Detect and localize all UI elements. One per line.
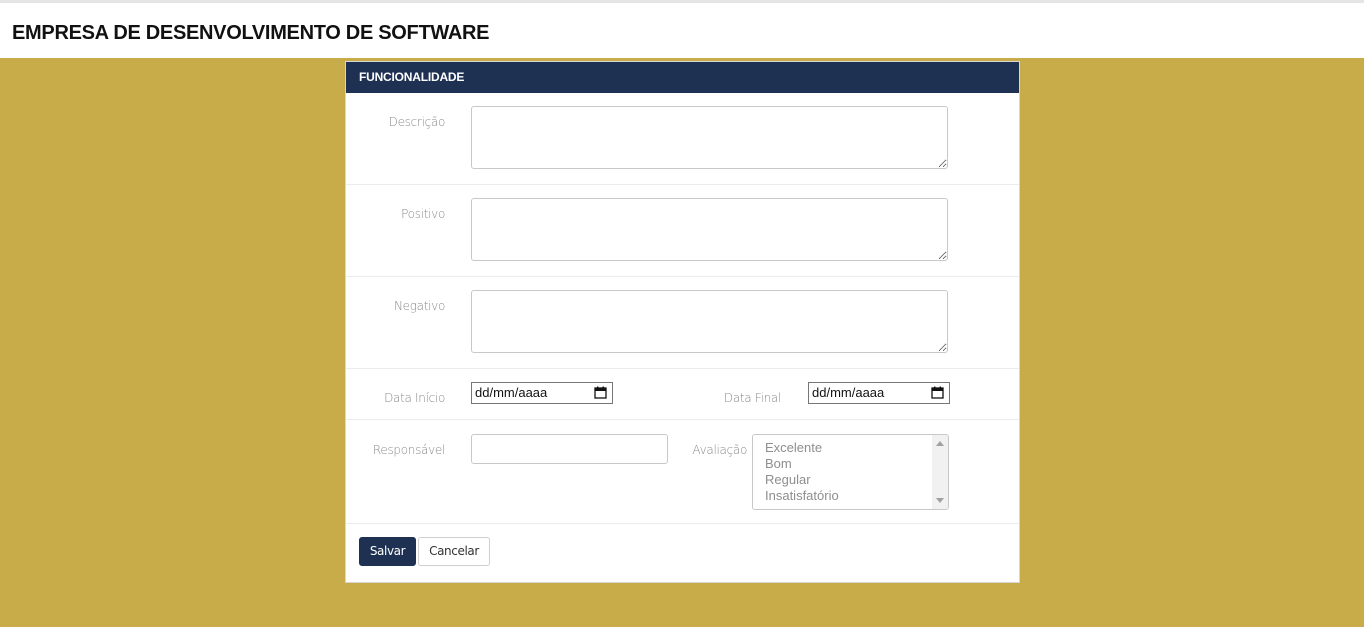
avaliacao-option[interactable]: Excelente (753, 440, 948, 456)
positivo-field[interactable] (471, 198, 948, 261)
avaliacao-label: Avaliação (692, 443, 747, 457)
data-inicio-input[interactable]: dd/mm/aaaa (471, 382, 613, 404)
descricao-label: Descrição (388, 115, 446, 129)
avaliacao-listbox[interactable]: Excelente Bom Regular Insatisfatório (752, 434, 949, 510)
calendar-icon[interactable] (931, 386, 944, 399)
form-panel: FUNCIONALIDADE Descrição Positivo Negati… (345, 61, 1020, 583)
dates-row: Data Início dd/mm/aaaa Data Final dd/mm/… (346, 369, 1019, 420)
calendar-icon[interactable] (594, 386, 607, 399)
scroll-down-arrow-icon[interactable] (936, 498, 944, 503)
data-inicio-label: Data Início (384, 391, 445, 405)
cancel-button[interactable]: Cancelar (418, 537, 490, 566)
app-title: EMPRESA DE DESENVOLVIMENTO DE SOFTWARE (12, 22, 490, 44)
avaliacao-option[interactable]: Regular (753, 472, 948, 488)
negativo-row: Negativo (346, 277, 1019, 369)
positivo-row: Positivo (346, 185, 1019, 277)
descricao-row: Descrição (346, 93, 1019, 185)
avaliacao-option[interactable]: Insatisfatório (753, 488, 948, 504)
data-inicio-value: dd/mm/aaaa (475, 385, 548, 400)
negativo-field[interactable] (471, 290, 948, 353)
responsavel-label: Responsável (372, 443, 445, 457)
save-button[interactable]: Salvar (359, 537, 416, 566)
responsavel-row: Responsável Avaliação Excelente Bom Regu… (346, 420, 1019, 524)
data-final-label: Data Final (723, 391, 781, 405)
panel-header: FUNCIONALIDADE (346, 62, 1019, 93)
descricao-field[interactable] (471, 106, 948, 169)
negativo-label: Negativo (394, 299, 445, 313)
top-bar: EMPRESA DE DESENVOLVIMENTO DE SOFTWARE (0, 0, 1364, 58)
data-final-value: dd/mm/aaaa (812, 385, 885, 400)
avaliacao-option[interactable]: Bom (753, 456, 948, 472)
positivo-label: Positivo (401, 207, 445, 221)
data-final-input[interactable]: dd/mm/aaaa (808, 382, 950, 404)
responsavel-input[interactable] (471, 434, 668, 464)
listbox-scrollbar[interactable] (932, 435, 948, 509)
scroll-up-arrow-icon[interactable] (936, 441, 944, 446)
